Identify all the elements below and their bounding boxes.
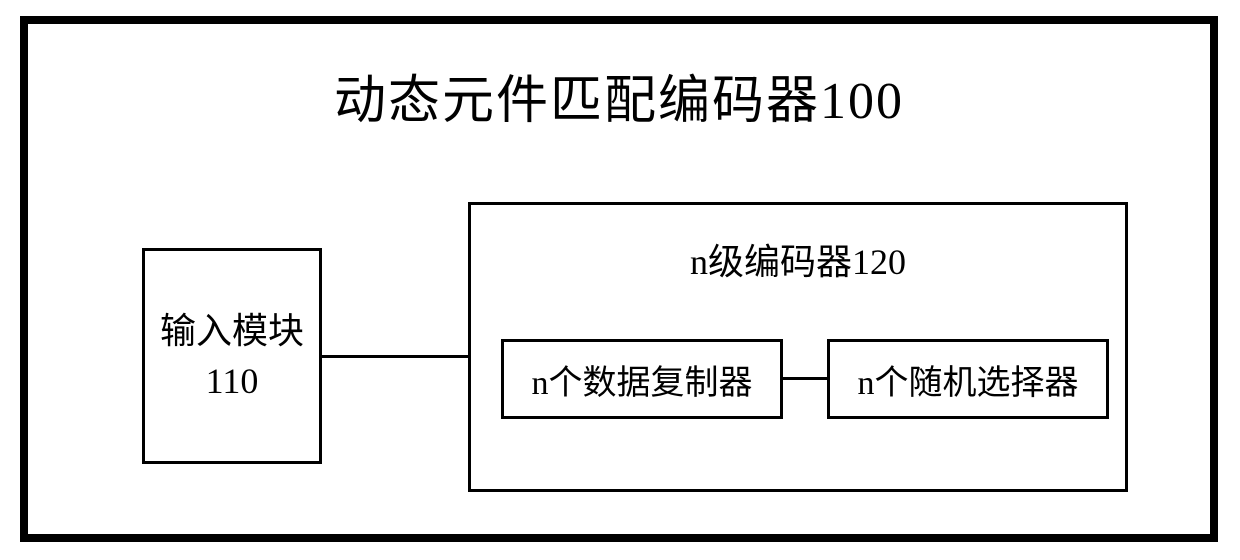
connector-line-inner [783, 377, 827, 380]
diagram-title: 动态元件匹配编码器100 [28, 58, 1210, 133]
input-module-label: 输入模块 [160, 306, 304, 356]
input-module-number: 110 [206, 356, 259, 406]
input-module-box: 输入模块 110 [142, 248, 322, 464]
outer-frame: 动态元件匹配编码器100 输入模块 110 n级编码器120 n个数据复制器 n… [20, 16, 1218, 542]
encoder-box: n级编码器120 n个数据复制器 n个随机选择器 [468, 202, 1128, 492]
connector-line-main [322, 355, 468, 358]
data-replicator-box: n个数据复制器 [501, 339, 783, 419]
encoder-title: n级编码器120 [471, 233, 1125, 285]
random-selector-label: n个随机选择器 [858, 355, 1079, 404]
data-replicator-label: n个数据复制器 [532, 355, 753, 404]
random-selector-box: n个随机选择器 [827, 339, 1109, 419]
